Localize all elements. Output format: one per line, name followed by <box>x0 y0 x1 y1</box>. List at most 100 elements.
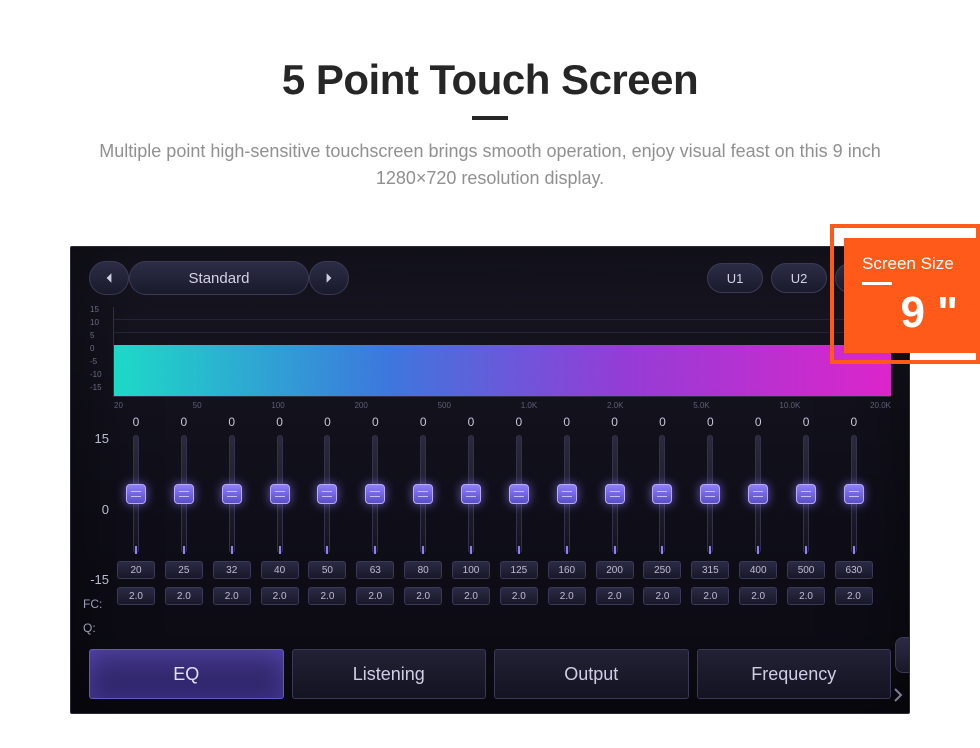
band-q-value[interactable]: 2.0 <box>691 587 729 605</box>
band-q-value[interactable]: 2.0 <box>596 587 634 605</box>
slider-thumb[interactable] <box>174 484 194 504</box>
band-q-value[interactable]: 2.0 <box>548 587 586 605</box>
tab-listening[interactable]: Listening <box>292 649 487 699</box>
eq-band-0: 0202.0 <box>113 415 159 641</box>
band-q-value[interactable]: 2.0 <box>165 587 203 605</box>
eq-band-1: 0252.0 <box>161 415 207 641</box>
band-fc-value[interactable]: 25 <box>165 561 203 579</box>
band-fc-value[interactable]: 40 <box>261 561 299 579</box>
user-preset-1-button[interactable]: U1 <box>707 263 763 293</box>
band-q-value[interactable]: 2.0 <box>500 587 538 605</box>
band-q-value[interactable]: 2.0 <box>404 587 442 605</box>
band-slider[interactable] <box>420 435 426 553</box>
user-preset-2-button[interactable]: U2 <box>771 263 827 293</box>
eq-band-3: 0402.0 <box>257 415 303 641</box>
band-fc-value[interactable]: 50 <box>308 561 346 579</box>
eq-band-5: 0632.0 <box>352 415 398 641</box>
spectrum-y-tick: 5 <box>90 331 102 340</box>
slider-thumb[interactable] <box>700 484 720 504</box>
slider-thumb[interactable] <box>317 484 337 504</box>
band-fc-value[interactable]: 250 <box>643 561 681 579</box>
slider-thumb[interactable] <box>796 484 816 504</box>
slider-thumb[interactable] <box>605 484 625 504</box>
band-slider[interactable] <box>851 435 857 553</box>
band-slider[interactable] <box>612 435 618 553</box>
tab-frequency[interactable]: Frequency <box>697 649 892 699</box>
band-slider[interactable] <box>564 435 570 553</box>
badge-divider <box>862 282 892 285</box>
band-q-value[interactable]: 2.0 <box>308 587 346 605</box>
band-gain-value: 0 <box>468 415 475 429</box>
next-page-button[interactable] <box>893 687 903 708</box>
band-slider[interactable] <box>468 435 474 553</box>
band-fc-value[interactable]: 500 <box>787 561 825 579</box>
band-gain-value: 0 <box>659 415 666 429</box>
band-fc-value[interactable]: 80 <box>404 561 442 579</box>
preset-display[interactable]: Standard <box>129 261 309 295</box>
band-q-value[interactable]: 2.0 <box>739 587 777 605</box>
slider-thumb[interactable] <box>126 484 146 504</box>
band-slider[interactable] <box>277 435 283 553</box>
band-gain-value: 0 <box>324 415 331 429</box>
band-q-value[interactable]: 2.0 <box>787 587 825 605</box>
band-fc-value[interactable]: 160 <box>548 561 586 579</box>
band-q-value[interactable]: 2.0 <box>261 587 299 605</box>
band-fc-value[interactable]: 32 <box>213 561 251 579</box>
title-divider <box>472 116 508 120</box>
slider-thumb[interactable] <box>844 484 864 504</box>
eq-band-10: 02002.0 <box>592 415 638 641</box>
band-slider[interactable] <box>755 435 761 553</box>
band-q-value[interactable]: 2.0 <box>835 587 873 605</box>
spectrum-y-tick: -10 <box>90 370 102 379</box>
slider-thumb[interactable] <box>222 484 242 504</box>
band-q-value[interactable]: 2.0 <box>452 587 490 605</box>
band-gain-value: 0 <box>803 415 810 429</box>
band-slider[interactable] <box>229 435 235 553</box>
band-fc-value[interactable]: 315 <box>691 561 729 579</box>
spectrum-x-tick: 500 <box>438 401 451 410</box>
band-slider[interactable] <box>181 435 187 553</box>
band-q-value[interactable]: 2.0 <box>643 587 681 605</box>
band-fc-value[interactable]: 400 <box>739 561 777 579</box>
badge-label: Screen Size <box>862 254 958 274</box>
tab-eq[interactable]: EQ <box>89 649 284 699</box>
preset-next-button[interactable] <box>309 261 349 295</box>
band-slider[interactable] <box>659 435 665 553</box>
eq-band-6: 0 80 2.0 <box>400 415 446 641</box>
slider-thumb[interactable] <box>557 484 577 504</box>
band-q-value[interactable]: 2.0 <box>356 587 394 605</box>
eq-band-14: 0 500 2.0 <box>783 415 829 641</box>
side-expand-tab[interactable] <box>895 637 910 673</box>
slider-thumb[interactable] <box>365 484 385 504</box>
spectrum-x-tick: 5.0K <box>693 401 709 410</box>
band-fc-value[interactable]: 63 <box>356 561 394 579</box>
slider-thumb[interactable] <box>270 484 290 504</box>
band-slider[interactable] <box>707 435 713 553</box>
slider-thumb[interactable] <box>413 484 433 504</box>
spectrum-y-tick: -15 <box>90 383 102 392</box>
band-fc-value[interactable]: 200 <box>596 561 634 579</box>
band-slider[interactable] <box>803 435 809 553</box>
eq-band-2: 0322.0 <box>209 415 255 641</box>
band-gain-value: 0 <box>420 415 427 429</box>
screen-size-badge: Screen Size 9 " <box>830 224 980 364</box>
slider-thumb[interactable] <box>748 484 768 504</box>
chevron-right-icon <box>893 687 903 703</box>
preset-prev-button[interactable] <box>89 261 129 295</box>
band-fc-value[interactable]: 100 <box>452 561 490 579</box>
band-gain-value: 0 <box>563 415 570 429</box>
band-q-value[interactable]: 2.0 <box>117 587 155 605</box>
tab-output[interactable]: Output <box>494 649 689 699</box>
slider-thumb[interactable] <box>509 484 529 504</box>
slider-thumb[interactable] <box>461 484 481 504</box>
band-q-value[interactable]: 2.0 <box>213 587 251 605</box>
band-fc-value[interactable]: 125 <box>500 561 538 579</box>
band-fc-value[interactable]: 20 <box>117 561 155 579</box>
slider-thumb[interactable] <box>652 484 672 504</box>
band-slider[interactable] <box>372 435 378 553</box>
band-slider[interactable] <box>516 435 522 553</box>
band-gain-value: 0 <box>707 415 714 429</box>
band-fc-value[interactable]: 630 <box>835 561 873 579</box>
band-slider[interactable] <box>133 435 139 553</box>
band-slider[interactable] <box>324 435 330 553</box>
